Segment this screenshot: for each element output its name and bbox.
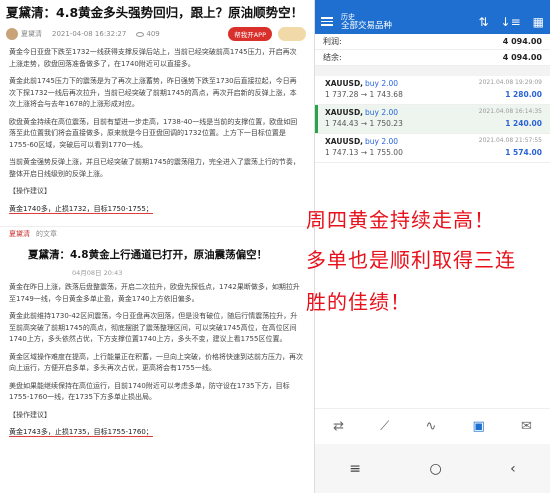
history-icon[interactable]: ▣	[473, 419, 485, 434]
divider	[0, 226, 312, 227]
system-nav: ≡ ○ ‹	[315, 444, 550, 493]
chart-icon[interactable]: ⟋	[380, 419, 389, 434]
related-author-tag[interactable]: 夏黛清 的文章	[0, 229, 312, 239]
trade-side: buy 2.00	[365, 108, 399, 117]
calendar-icon[interactable]: ▦	[533, 15, 544, 29]
paragraph: 当前黄金强势反弹上涨，并且已经突破了前期1745的震荡阻力，完全进入了震荡上行的…	[9, 158, 300, 178]
trade-suggestion: 黄金1743多，止损1735，目标1755-1760；	[9, 428, 153, 437]
sort-icon[interactable]: ↓≡	[501, 15, 521, 29]
bottom-nav: ⇄ ⟋ ∿ ▣ ✉	[315, 408, 550, 444]
overlay-line: 周四黄金持续走高！	[306, 208, 495, 232]
mascot-icon	[278, 27, 306, 41]
trade-side: buy 2.00	[365, 79, 399, 88]
related-article-body: 黄金在昨日上涨，跌落后盘整震荡，开启二次拉升，欧盘先探低点，1742果断做多，如…	[0, 279, 312, 448]
article-datetime: 2021-04-08 16:32:27	[52, 30, 127, 38]
author-name[interactable]: 夏黛清	[21, 29, 42, 39]
filter-icon[interactable]: ⇅	[478, 15, 488, 29]
balance-row: 结余: 4 094.00	[315, 50, 550, 66]
trade-prices: 1 744.43 → 1 750.23	[325, 119, 403, 128]
trade-prices: 1 737.28 → 1 743.68	[325, 90, 403, 99]
trade-row[interactable]: XAUUSD, buy 2.00 2021.04.08 21:57:55 1 747…	[315, 134, 550, 163]
trade-profit: 1 280.00	[505, 90, 542, 99]
suggest-label: 【操作建议】	[9, 187, 51, 195]
recent-apps-icon[interactable]: ≡	[349, 461, 361, 477]
home-icon[interactable]: ○	[429, 461, 441, 477]
toolbar-icons: ⇅ ↓≡ ▦	[478, 15, 544, 29]
trade-profit: 1 240.00	[505, 119, 542, 128]
related-article-meta: 04月08日 20:43	[72, 269, 123, 277]
trade-suggestion: 黄金1740多，止损1732，目标1750-1755；	[9, 204, 153, 214]
paragraph: 欧盘黄金持续在高位震荡，目前有望进一步走高，1738-40一线是当前的支撑位置，…	[9, 117, 298, 149]
avatar[interactable]	[6, 28, 18, 40]
trade-symbol: XAUUSD,	[325, 79, 364, 88]
trade-side: buy 2.00	[365, 137, 399, 146]
paragraph: 黄金此前1745压力下的震荡是为了再次上涨蓄势，昨日强势下跌至1730后直接拉起…	[9, 77, 297, 108]
paragraph: 黄金此前维持1730-42区间震荡，今日亚盘再次回落，但是没有破位，随后行情震荡…	[9, 312, 298, 343]
profit-row: 利润: 4 094.00	[315, 34, 550, 50]
paragraph: 黄金今日亚盘下跌至1732一线获得支撑反弹后站上，当前已经突破前高1745压力，…	[9, 48, 297, 68]
paragraph: 黄金区域操作难度在提高，上行能量正在积蓄，一旦向上突破，价格将快速到达前方压力，…	[9, 352, 303, 373]
trade-prices: 1 747.13 → 1 755.00	[325, 148, 403, 157]
trade-date: 2021.04.08 16:14:35	[478, 108, 542, 115]
article-panel: 夏黛清：4.8黄金多头强势回归，跟上？原油顺势空！ 夏黛清 2021-04-08…	[0, 0, 312, 493]
app-title: 历史	[341, 12, 355, 21]
profit-label: 利润:	[323, 37, 342, 46]
article-meta: 夏黛清 2021-04-08 16:32:27 409 帮我开APP	[0, 24, 312, 44]
trade-symbol: XAUUSD,	[325, 137, 364, 146]
trade-symbol: XAUUSD,	[325, 108, 364, 117]
app-bar: 历史 全部交易品种 ⇅ ↓≡ ▦	[315, 9, 550, 34]
messages-icon[interactable]: ✉	[521, 419, 532, 434]
views-count: 409	[136, 30, 160, 38]
trade-icon[interactable]: ∿	[425, 419, 436, 434]
status-bar	[315, 0, 550, 9]
eye-icon	[136, 31, 145, 37]
overlay-line: 胜的佳绩！	[306, 290, 411, 314]
related-article-title[interactable]: 夏黛清：4.8黄金上行通道已打开，原油震荡偏空！	[0, 239, 312, 265]
app-title-block: 历史 全部交易品种	[341, 13, 392, 31]
trade-profit: 1 574.00	[505, 148, 542, 157]
overlay-line: 多单也是顺利取得三连	[306, 248, 516, 272]
balance-value: 4 094.00	[502, 53, 542, 62]
profit-value: 4 094.00	[502, 37, 542, 46]
article-body: 黄金今日亚盘下跌至1732一线获得支撑反弹后站上，当前已经突破前高1745压力，…	[0, 44, 312, 224]
menu-icon[interactable]	[321, 15, 333, 28]
back-icon[interactable]: ‹	[510, 461, 516, 477]
article-title: 夏黛清：4.8黄金多头强势回归，跟上？原油顺势空！	[6, 5, 304, 20]
trade-row[interactable]: XAUUSD, buy 2.00 2021.04.08 16:14:35 1 744…	[315, 105, 550, 134]
suggest-label: 【操作建议】	[9, 410, 51, 419]
paragraph: 美盘如果能继续保持在高位运行，目前1740附近可以考虑多单，防守设在1735下方…	[9, 381, 290, 402]
divider	[315, 66, 550, 76]
quotes-icon[interactable]: ⇄	[333, 419, 344, 434]
open-app-button[interactable]: 帮我开APP	[228, 27, 272, 41]
app-subtitle[interactable]: 全部交易品种	[341, 21, 392, 31]
trade-row[interactable]: XAUUSD, buy 2.00 2021.04.08 19:29:09 1 737…	[315, 76, 550, 105]
balance-label: 结余:	[323, 53, 342, 62]
paragraph: 黄金在昨日上涨，跌落后盘整震荡，开启二次拉升，欧盘先探低点，1742果断做多，如…	[9, 283, 300, 303]
trade-date: 2021.04.08 19:29:09	[478, 79, 542, 86]
trade-date: 2021.04.08 21:57:55	[478, 137, 542, 144]
